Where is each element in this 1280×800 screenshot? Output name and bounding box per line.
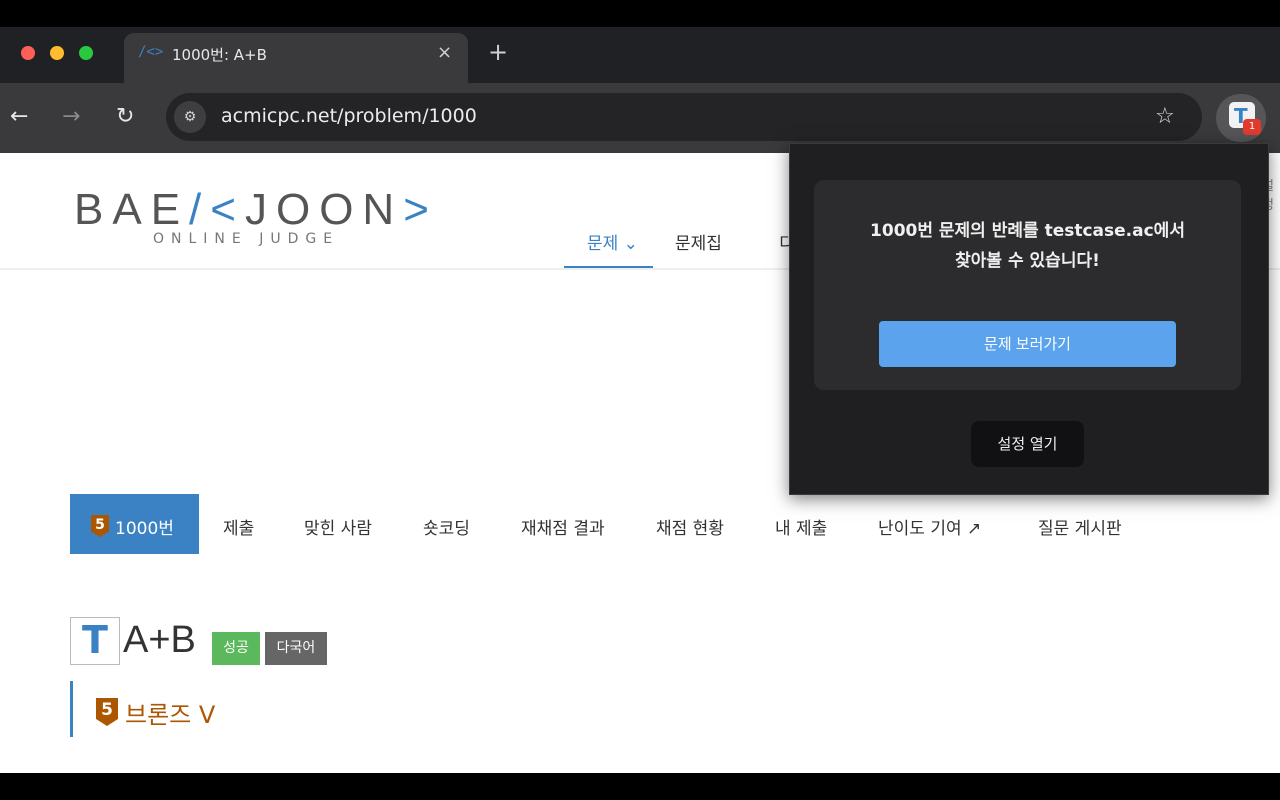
subnav-board[interactable]: 질문 게시판 xyxy=(1038,514,1122,539)
subnav-problem-label: 1000번 xyxy=(115,519,174,539)
maximize-window-button[interactable] xyxy=(79,46,93,60)
subnav-solvers[interactable]: 맞힌 사람 xyxy=(304,514,372,539)
popup-message: 1000번 문제의 반례를 testcase.ac에서 찾아볼 수 있습니다! xyxy=(814,216,1241,276)
logo-end: > xyxy=(403,185,438,234)
logo-text-right: JOON xyxy=(244,185,404,234)
reload-icon[interactable]: ↻ xyxy=(116,104,134,129)
subnav-shortcoding[interactable]: 숏코딩 xyxy=(423,514,470,539)
problem-title: A+B xyxy=(123,619,196,661)
tier-label: 브론즈 V xyxy=(125,701,216,729)
open-settings-button[interactable]: 설정 열기 xyxy=(971,421,1084,467)
popup-message-line1: 1000번 문제의 반례를 testcase.ac에서 xyxy=(870,221,1185,241)
tab-favicon-icon: /<> xyxy=(138,44,164,60)
subnav-my-submissions[interactable]: 내 제출 xyxy=(775,514,827,539)
back-icon[interactable]: ← xyxy=(10,104,28,129)
success-badge: 성공 xyxy=(212,632,260,665)
close-window-button[interactable] xyxy=(21,46,35,60)
logo-subtitle: ONLINE JUDGE xyxy=(153,231,340,247)
bronze-tier-icon-large: 5 xyxy=(96,698,118,726)
site-info-icon[interactable]: ⚙ xyxy=(174,101,206,133)
new-tab-icon[interactable]: + xyxy=(488,40,508,64)
logo-text-left: BAE xyxy=(74,185,190,234)
popup-message-line2: 찾아볼 수 있습니다! xyxy=(955,251,1100,271)
subnav-rejudge[interactable]: 재채점 결과 xyxy=(521,514,605,539)
subnav-status[interactable]: 채점 현황 xyxy=(656,514,724,539)
logo-mark: /< xyxy=(189,185,245,234)
nav-workbook[interactable]: 문제집 xyxy=(675,229,722,254)
url-text[interactable]: acmicpc.net/problem/1000 xyxy=(221,105,477,127)
extension-badge: 1 xyxy=(1243,119,1261,135)
nav-problems[interactable]: 문제 ⌄ xyxy=(587,229,638,254)
tab-title: 1000번: A+B xyxy=(172,46,267,64)
subnav-difficulty[interactable]: 난이도 기여 ↗ xyxy=(878,514,981,539)
problem-type-letter: T xyxy=(82,618,108,662)
site-logo[interactable]: BAE/<JOON> xyxy=(74,185,438,235)
minimize-window-button[interactable] xyxy=(50,46,64,60)
tab-close-icon[interactable]: × xyxy=(437,42,452,63)
go-to-problem-button[interactable]: 문제 보러가기 xyxy=(879,321,1176,367)
multilang-badge: 다국어 xyxy=(265,632,327,665)
bookmark-star-icon[interactable]: ☆ xyxy=(1155,104,1175,129)
subnav-submit[interactable]: 제출 xyxy=(223,514,254,539)
forward-icon[interactable]: → xyxy=(62,104,80,129)
tier-bar xyxy=(70,681,73,737)
